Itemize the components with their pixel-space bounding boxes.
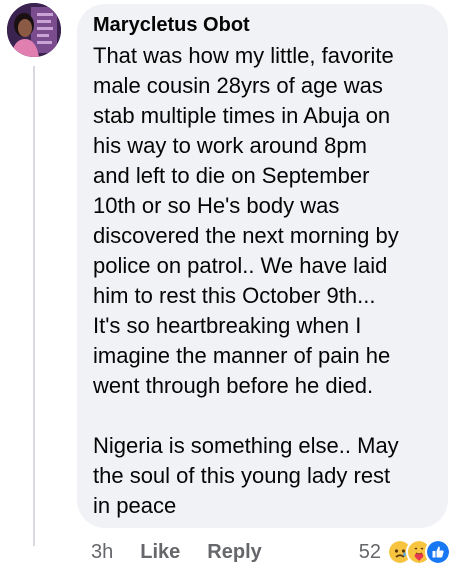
- comment-line: imagine the manner of pain he: [93, 343, 391, 368]
- comment-author[interactable]: Marycletus Obot: [93, 13, 434, 37]
- comment-text: That was how my little, favorite male co…: [93, 41, 434, 521]
- comment-line: and left to die on September: [93, 163, 370, 188]
- comment-bubble: Marycletus Obot That was how my little, …: [77, 4, 448, 528]
- comment-line: in peace: [93, 493, 177, 518]
- comment-line: That was how my little, favorite: [93, 43, 394, 68]
- reply-button[interactable]: Reply: [207, 541, 261, 564]
- comment-actions: 3h Like Reply: [91, 538, 262, 566]
- avatar[interactable]: [7, 3, 61, 57]
- comment-line: stab multiple times in Abuja on: [93, 103, 391, 128]
- like-reaction-icon: [425, 539, 451, 565]
- thread-line: [33, 66, 35, 546]
- comment-line: 10th or so He's body was: [93, 193, 340, 218]
- comment-line: him to rest this October 9th...: [93, 283, 376, 308]
- reaction-summary[interactable]: 52: [359, 538, 451, 566]
- comment-line: male cousin 28yrs of age was: [93, 73, 383, 98]
- comment-line: police on patrol.. We have laid: [93, 253, 388, 278]
- comment-line: went through before he died.: [93, 373, 374, 398]
- comment-line: discovered the next morning by: [93, 223, 399, 248]
- comment-line: It's so heartbreaking when I: [93, 313, 362, 338]
- comment-line: the soul of this young lady rest: [93, 463, 391, 488]
- comment-line: his way to work around 8pm: [93, 133, 367, 158]
- like-button[interactable]: Like: [140, 541, 180, 564]
- reaction-count: 52: [358, 540, 381, 563]
- comment-line: Nigeria is something else.. May: [93, 433, 399, 458]
- comment-timestamp[interactable]: 3h: [91, 541, 113, 564]
- profile-photo: [7, 3, 61, 57]
- reaction-icons: [387, 539, 451, 565]
